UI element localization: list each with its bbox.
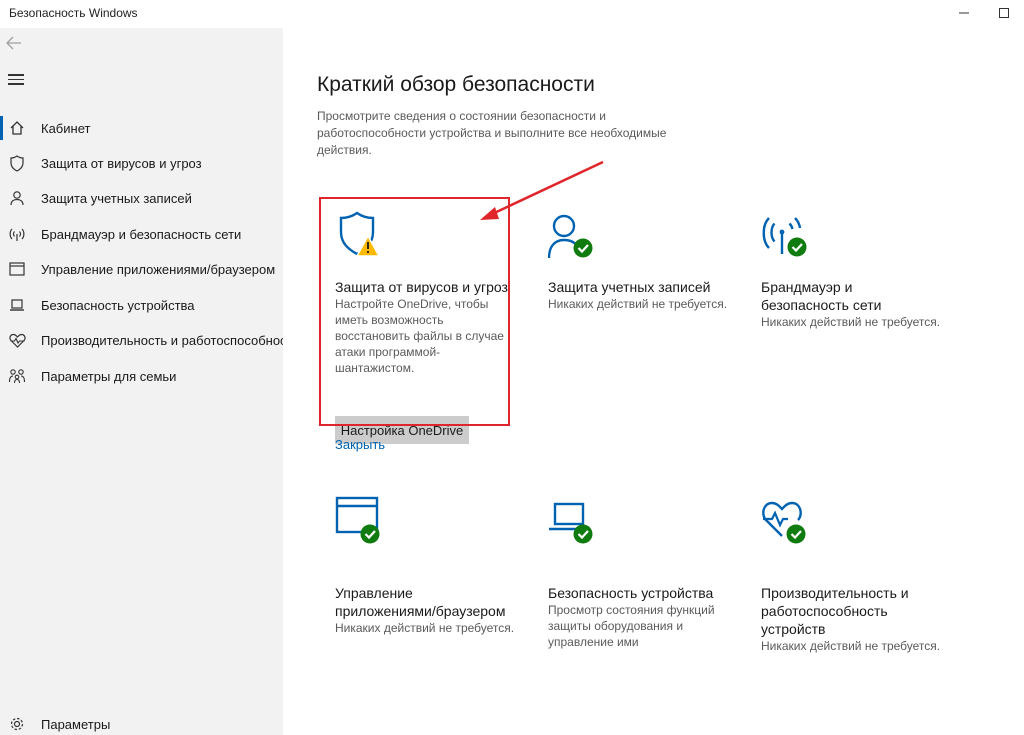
sidebar-item-family-options[interactable]: Параметры для семьи [0,359,283,393]
card-device-security[interactable]: Безопасность устройства Просмотр состоян… [548,496,745,649]
sidebar-item-settings[interactable]: Параметры [0,707,283,735]
menu-button[interactable] [8,74,24,88]
sidebar-item-label: Защита учетных записей [41,190,192,206]
card-firewall[interactable]: Брандмауэр и безопасность сети Никаких д… [761,210,958,360]
gear-icon [7,714,27,734]
wifi-icon [7,224,27,244]
sidebar-item-label: Производительность и работоспособность [41,332,283,348]
minimize-icon [959,12,969,14]
card-app-browser-control[interactable]: Управление приложениями/браузером Никаки… [335,496,532,646]
sidebar-item-account-protection[interactable]: Защита учетных записей [0,181,283,215]
selection-indicator [0,116,3,140]
sidebar-item-virus-protection[interactable]: Защита от вирусов и угроз [0,146,283,180]
sidebar-item-device-security[interactable]: Безопасность устройства [0,288,283,322]
sidebar-item-label: Безопасность устройства [41,297,195,313]
card-title: Брандмауэр и безопасность сети [761,279,882,313]
sidebar: Кабинет Защита от вирусов и угроз Защита… [0,28,283,735]
card-description: Никаких действий не требуется. [548,297,728,311]
annotation-highlight-box [319,197,510,426]
browser-check-icon [335,496,385,546]
page-title: Краткий обзор безопасности [317,73,595,96]
card-title: Производительность и работоспособность у… [761,585,909,637]
maximize-icon [999,8,1009,18]
window-title: Безопасность Windows [9,6,138,20]
home-icon [7,118,27,138]
person-icon [7,188,27,208]
family-icon [7,366,27,386]
dismiss-link[interactable]: Закрыть [335,437,385,452]
annotation-arrow [480,160,604,220]
title-bar: Безопасность Windows [0,0,1024,28]
card-device-performance[interactable]: Производительность и работоспособность у… [761,496,958,656]
sidebar-item-app-browser-control[interactable]: Управление приложениями/браузером [0,252,283,286]
sidebar-item-firewall[interactable]: Брандмауэр и безопасность сети [0,217,283,251]
card-description: Никаких действий не требуется. [335,621,515,635]
heart-check-icon [761,496,811,546]
back-button[interactable] [6,34,28,54]
card-description: Просмотр состояния функций защиты оборуд… [548,603,715,649]
sidebar-item-label: Защита от вирусов и угроз [41,155,202,171]
sidebar-item-label: Параметры для семьи [41,368,177,384]
card-account-protection[interactable]: Защита учетных записей Никаких действий … [547,210,745,360]
wifi-check-icon [761,210,811,260]
sidebar-item-label: Управление приложениями/браузером [41,261,276,277]
card-description: Никаких действий не требуется. [761,315,941,329]
shield-icon [7,153,27,173]
card-description: Никаких действий не требуется. [761,639,941,653]
minimize-button[interactable] [944,2,984,24]
card-title: Защита учетных записей [548,279,711,295]
maximize-button[interactable] [984,2,1024,24]
heart-icon [7,330,27,350]
browser-icon [7,259,27,279]
sidebar-item-device-performance[interactable]: Производительность и работоспособность [0,323,283,357]
laptop-check-icon [548,496,598,546]
sidebar-settings-label: Параметры [41,716,111,732]
card-title: Безопасность устройства [548,585,714,601]
back-arrow-icon [6,36,21,50]
sidebar-item-label: Кабинет [41,120,91,136]
sidebar-item-home[interactable]: Кабинет [0,111,283,145]
sidebar-item-label: Брандмауэр и безопасность сети [41,226,242,242]
dismiss-area: Закрыть [335,436,532,456]
laptop-icon [7,295,27,315]
card-title: Управление приложениями/браузером [335,585,506,619]
